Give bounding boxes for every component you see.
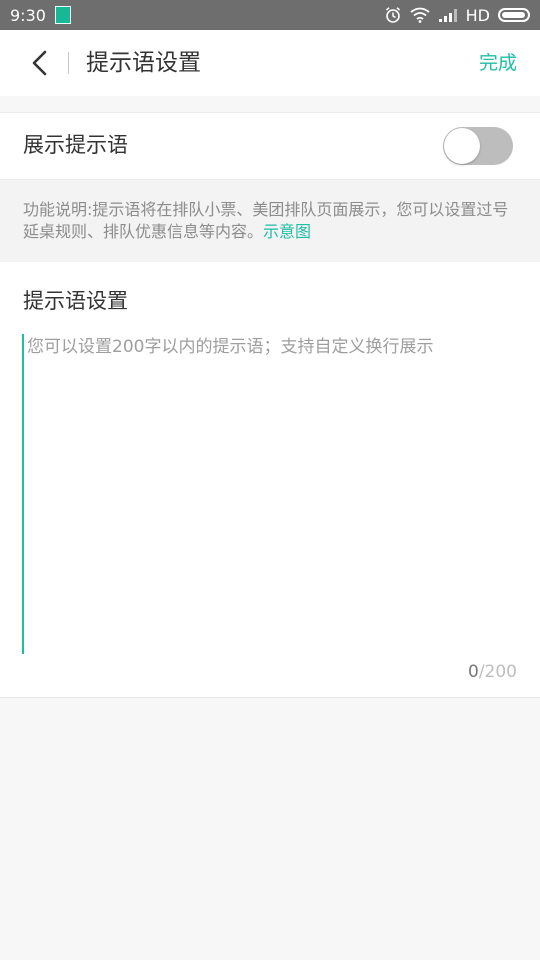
- signal-icon: [438, 9, 457, 22]
- nav-divider: [68, 52, 69, 74]
- char-counter: 0/200: [468, 660, 517, 684]
- show-tip-switch[interactable]: [443, 127, 513, 165]
- feature-description: 功能说明:提示语将在排队小票、美团排队页面展示，您可以设置过号延桌规则、排队优惠…: [0, 180, 540, 262]
- switch-knob: [444, 128, 480, 164]
- show-tip-row: 展示提示语: [0, 112, 540, 180]
- description-text: 功能说明:提示语将在排队小票、美团排队页面展示，您可以设置过号延桌规则、排队优惠…: [23, 199, 518, 243]
- chevron-left-icon: [32, 50, 47, 76]
- alarm-icon: [385, 7, 400, 23]
- page-title: 提示语设置: [86, 50, 201, 76]
- network-type: HD: [465, 5, 490, 25]
- status-icons: HD: [384, 0, 530, 30]
- done-button[interactable]: 完成: [479, 49, 517, 77]
- char-count-max: /200: [478, 662, 517, 682]
- wifi-icon: [410, 7, 430, 23]
- example-link[interactable]: 示意图: [263, 222, 311, 241]
- show-tip-label: 展示提示语: [23, 133, 128, 157]
- app-notification-icon: [54, 6, 71, 24]
- back-button[interactable]: [22, 44, 58, 82]
- editor-title: 提示语设置: [23, 289, 128, 313]
- navigation-bar: 提示语设置 完成: [0, 30, 540, 96]
- tip-text-input[interactable]: [22, 334, 518, 654]
- char-count-current: 0: [467, 662, 479, 682]
- battery-icon: [498, 8, 530, 22]
- tip-editor-section: 提示语设置 0/200: [0, 262, 540, 698]
- status-time: 9:30: [10, 5, 46, 25]
- status-bar: 9:30 HD: [0, 0, 540, 30]
